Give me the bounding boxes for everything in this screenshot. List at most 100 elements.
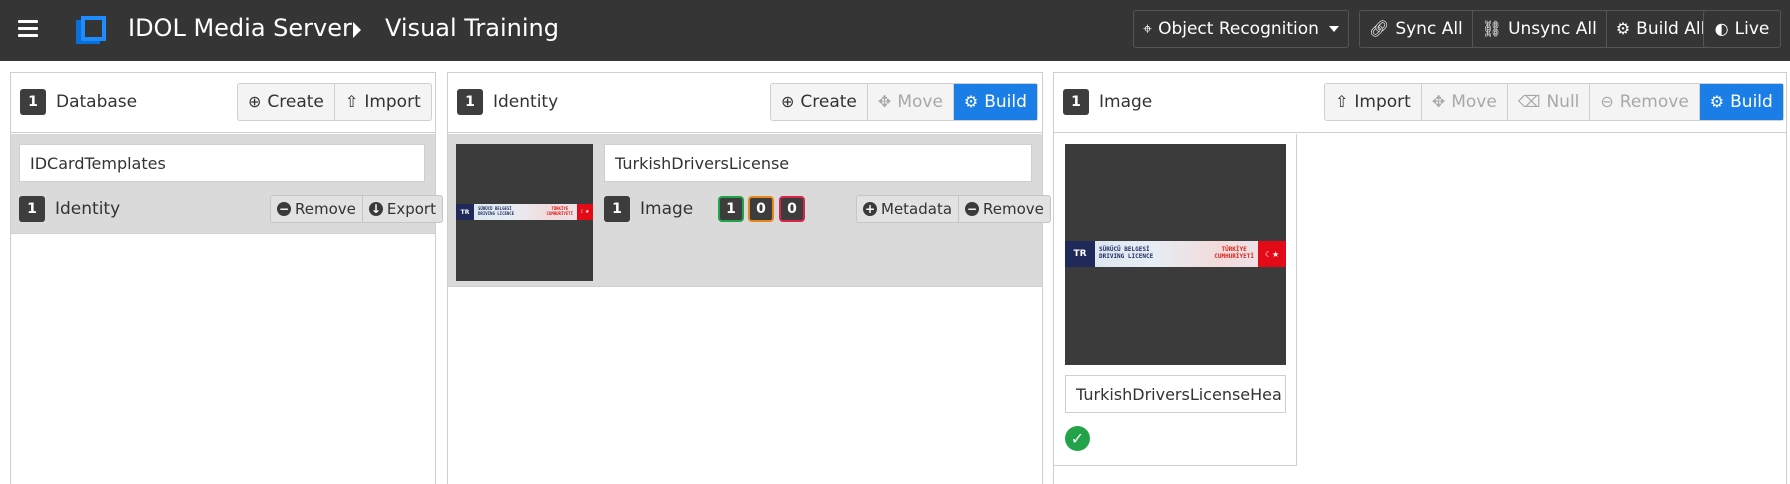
database-remove-label: Remove xyxy=(295,200,356,218)
identity-metadata-button[interactable]: + Metadata xyxy=(857,196,960,222)
pending-count-badge: 0 xyxy=(748,196,774,222)
database-import-button[interactable]: ⇧ Import xyxy=(335,84,431,120)
mode-dropdown-label: Object Recognition xyxy=(1158,19,1319,39)
identity-remove-label: Remove xyxy=(983,200,1044,218)
image-remove-button[interactable]: ⊖ Remove xyxy=(1590,84,1700,120)
crosshair-icon: ⌖ xyxy=(1143,19,1153,38)
minus-circle-icon: − xyxy=(965,202,980,216)
image-null-button[interactable]: ⌫ Null xyxy=(1508,84,1591,120)
image-status-counts: 1 0 0 xyxy=(718,196,808,224)
database-count-badge: 1 xyxy=(20,89,46,115)
database-remove-button[interactable]: − Remove xyxy=(271,196,363,222)
license-right-line2: CUMHURİYETİ xyxy=(546,211,574,216)
image-panel: 1 Image ⇧ Import ✥ Move ⌫ Null ⊖ Remove ⚙︎ Bu… xyxy=(1053,72,1787,484)
image-panel-title: Image xyxy=(1099,92,1153,112)
database-item[interactable]: IDCardTemplates 1 Identity − Remove ↓ Expo… xyxy=(11,134,443,234)
identity-count-badge: 1 xyxy=(19,196,45,222)
object-recognition-dropdown[interactable]: ⌖ Object Recognition xyxy=(1133,10,1349,48)
page-title: Visual Training xyxy=(385,14,559,42)
license-country-code: TR xyxy=(456,204,474,220)
image-null-label: Null xyxy=(1546,92,1580,112)
app-logo-icon xyxy=(76,16,106,44)
license-left-line2: DRIVING LICENCE xyxy=(1099,253,1154,260)
image-thumbnail[interactable]: TR SÜRÜCÜ BELGESİ DRIVING LICENCE TÜRKİYE… xyxy=(1065,144,1286,365)
turkish-flag-icon: ☾★ xyxy=(577,204,593,220)
app-title[interactable]: IDOL Media Server xyxy=(128,14,352,42)
sync-button-group: 🔗︎ Sync All ⛓︎ Unsync All ⚙︎ Build All xyxy=(1359,10,1716,48)
database-create-label: Create xyxy=(267,92,324,112)
identity-item[interactable]: TR SÜRÜCÜ BELGESİ DRIVING LICENCE TÜRKİYE… xyxy=(448,134,1051,287)
identity-item-actions: + Metadata − Remove xyxy=(856,195,1051,223)
identity-move-label: Move xyxy=(897,92,943,112)
database-create-button[interactable]: ⊕ Create xyxy=(238,84,335,120)
arrow-up-circle-icon: ⇧ xyxy=(344,92,359,111)
database-actions: ⊕ Create ⇧ Import xyxy=(237,83,432,121)
image-move-label: Move xyxy=(1451,92,1497,112)
identity-panel: 1 Identity ⊕ Create ✥ Move ⚙︎ Build TR SÜRÜ… xyxy=(447,72,1051,484)
identity-actions: ⊕ Create ✥ Move ⚙︎ Build xyxy=(770,83,1038,121)
image-item[interactable]: TR SÜRÜCÜ BELGESİ DRIVING LICENCE TÜRKİYE… xyxy=(1054,134,1297,466)
identity-panel-title: Identity xyxy=(493,92,559,112)
toggle-icon: ◐ xyxy=(1714,19,1729,38)
image-name-field[interactable]: TurkishDriversLicenseHea xyxy=(1065,375,1286,413)
image-build-label: Build xyxy=(1730,92,1773,112)
image-import-button[interactable]: ⇧ Import xyxy=(1325,84,1422,120)
image-count-badge: 1 xyxy=(604,196,630,222)
top-bar: IDOL Media Server Visual Training ⌖ Obje… xyxy=(0,0,1790,61)
license-text: SÜRÜCÜ BELGESİ DRIVING LICENCE TÜRKİYE CUM… xyxy=(474,207,577,216)
identity-thumbnail[interactable]: TR SÜRÜCÜ BELGESİ DRIVING LICENCE TÜRKİYE… xyxy=(456,144,593,281)
live-toggle-button[interactable]: ◐ Live xyxy=(1703,10,1781,48)
chevron-down-icon xyxy=(1328,26,1339,32)
license-strip-image: TR SÜRÜCÜ BELGESİ DRIVING LICENCE TÜRKİYE… xyxy=(1065,241,1286,267)
image-panel-header: 1 Image ⇧ Import ✥ Move ⌫ Null ⊖ Remove ⚙︎ Bu… xyxy=(1054,73,1786,133)
turkish-flag-icon: ☾★ xyxy=(1258,241,1286,267)
identity-move-button[interactable]: ✥ Move xyxy=(868,84,954,120)
unlink-icon: ⛓︎ xyxy=(1481,19,1503,38)
identity-metadata-label: Metadata xyxy=(881,200,953,218)
database-import-label: Import xyxy=(364,92,421,112)
identity-remove-button[interactable]: − Remove xyxy=(959,196,1050,222)
image-import-label: Import xyxy=(1354,92,1411,112)
plus-circle-icon: ⊕ xyxy=(248,92,262,111)
identity-create-button[interactable]: ⊕ Create xyxy=(771,84,868,120)
image-build-button[interactable]: ⚙︎ Build xyxy=(1699,84,1783,120)
unsync-all-label: Unsync All xyxy=(1508,19,1597,39)
database-export-button[interactable]: ↓ Export xyxy=(363,196,442,222)
database-export-label: Export xyxy=(386,200,436,218)
plus-circle-icon: ⊕ xyxy=(781,92,795,111)
live-label: Live xyxy=(1734,19,1770,39)
image-actions: ⇧ Import ✥ Move ⌫ Null ⊖ Remove ⚙︎ Build xyxy=(1324,83,1784,121)
breadcrumb-arrow-icon xyxy=(353,22,361,38)
database-name-field[interactable]: IDCardTemplates xyxy=(19,144,425,182)
image-row-label: Image xyxy=(640,199,694,219)
gear-icon: ⚙︎ xyxy=(963,92,979,111)
identity-name-field[interactable]: TurkishDriversLicense xyxy=(604,144,1032,182)
license-right-line2: CUMHURİYETİ xyxy=(1214,253,1254,260)
gear-icon: ⚙︎ xyxy=(1615,19,1631,38)
build-all-button[interactable]: ⚙︎ Build All xyxy=(1607,11,1715,47)
license-left-line2: DRIVING LICENCE xyxy=(478,211,515,216)
database-panel-title: Database xyxy=(56,92,138,112)
failed-count-badge: 0 xyxy=(779,196,805,222)
trained-count-badge: 1 xyxy=(718,196,744,222)
plus-circle-icon: + xyxy=(863,202,877,216)
arrow-down-circle-icon: ↓ xyxy=(368,202,383,216)
license-country-code: TR xyxy=(1065,241,1095,267)
menu-icon[interactable] xyxy=(18,20,38,38)
move-icon: ✥ xyxy=(877,92,892,111)
license-text: SÜRÜCÜ BELGESİ DRIVING LICENCE TÜRKİYE CUM… xyxy=(1095,246,1258,261)
image-panel-count-badge: 1 xyxy=(1063,89,1089,115)
build-all-label: Build All xyxy=(1636,19,1706,39)
identity-build-button[interactable]: ⚙︎ Build xyxy=(953,84,1037,120)
arrow-up-circle-icon: ⇧ xyxy=(1335,92,1349,111)
unsync-all-button[interactable]: ⛓︎ Unsync All xyxy=(1473,11,1607,47)
database-panel: 1 Database ⊕ Create ⇧ Import IDCardTemplat… xyxy=(10,72,443,484)
identity-row-label: Identity xyxy=(55,199,121,219)
image-remove-label: Remove xyxy=(1619,92,1689,112)
identity-build-label: Build xyxy=(984,92,1027,112)
sync-all-button[interactable]: 🔗︎ Sync All xyxy=(1360,11,1473,47)
image-move-button[interactable]: ✥ Move xyxy=(1422,84,1508,120)
eraser-icon: ⌫ xyxy=(1517,92,1541,111)
move-icon: ✥ xyxy=(1431,92,1446,111)
identity-panel-count-badge: 1 xyxy=(457,89,483,115)
